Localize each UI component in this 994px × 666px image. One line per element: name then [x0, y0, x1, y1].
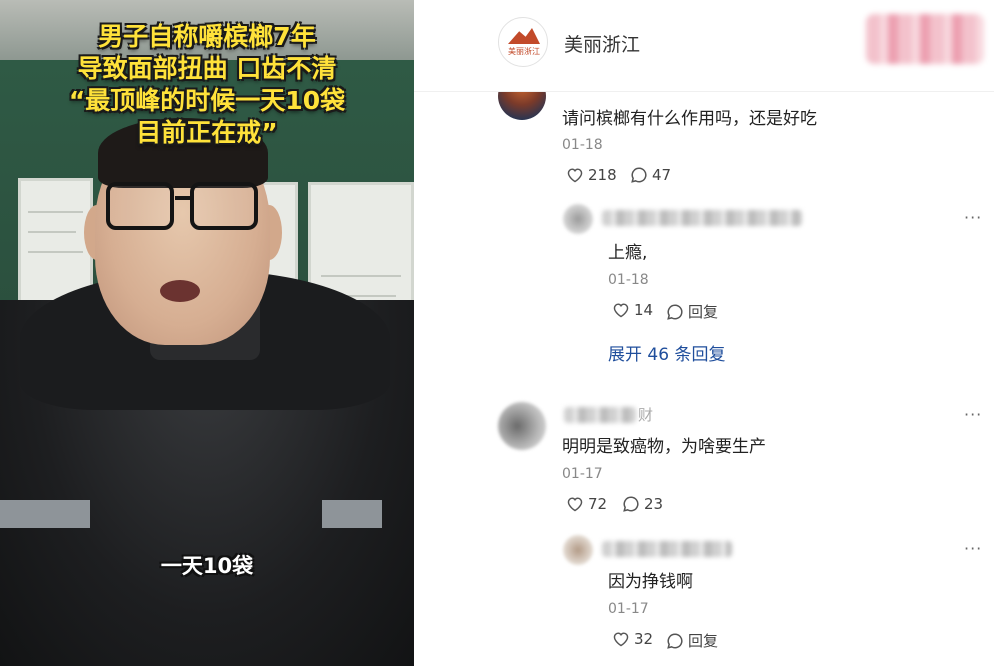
video-caption-line-4: 目前正在戒” — [136, 118, 278, 147]
mountain-logo-icon — [508, 28, 540, 44]
comment-panel: 美丽浙江 美丽浙江 请问槟榔有什么作用吗，还是好吃 01-18 218 47 ·… — [414, 0, 994, 666]
reply-button[interactable]: 回复 — [666, 630, 718, 651]
reply-date: 01-17 — [608, 601, 649, 617]
more-dots-icon[interactable]: ··· — [964, 539, 982, 558]
glasses-left-lens — [106, 182, 174, 230]
account-header: 美丽浙江 美丽浙江 — [414, 0, 994, 92]
video-frame[interactable]: 男子自称嚼槟榔7年 导致面部扭曲 口齿不清 “最顶峰的时候一天10袋 目前正在戒… — [0, 0, 414, 666]
reply-text: 因为挣钱啊 — [608, 572, 693, 592]
comment-text: 请问槟榔有什么作用吗，还是好吃 — [562, 109, 817, 129]
reply-button[interactable]: 回复 — [666, 301, 718, 322]
mouth — [160, 280, 200, 302]
like-count: 72 — [588, 495, 608, 513]
reply-username-blurred[interactable] — [602, 541, 732, 557]
glasses-bridge — [175, 196, 193, 200]
comment-bubble-icon — [631, 167, 647, 183]
reply-label: 回复 — [688, 632, 719, 650]
reply-like-button[interactable]: 32 — [612, 630, 653, 648]
expand-replies-link[interactable]: 展开 46 条回复 — [608, 340, 725, 365]
heart-icon — [567, 497, 583, 512]
reflective-stripe-left — [0, 500, 90, 528]
account-avatar[interactable]: 美丽浙江 — [498, 17, 548, 67]
reply-text: 上瘾, — [608, 243, 648, 263]
heart-icon — [613, 632, 629, 647]
commenter-avatar[interactable] — [498, 402, 546, 450]
account-name[interactable]: 美丽浙江 — [564, 30, 640, 57]
reply-avatar[interactable] — [563, 535, 593, 565]
comment-text: 明明是致癌物，为啥要生产 — [562, 437, 766, 457]
comment-bubble-icon — [623, 496, 639, 512]
comment-count: 23 — [644, 495, 664, 513]
more-dots-icon[interactable]: ··· — [964, 405, 982, 424]
comment-button[interactable]: 47 — [630, 166, 671, 184]
comment-count: 47 — [652, 166, 672, 184]
heart-icon — [567, 168, 583, 183]
video-caption-line-3: “最顶峰的时候一天10袋 — [68, 86, 346, 115]
reply-like-button[interactable]: 14 — [612, 301, 653, 319]
commenter-username-fragment: 财 — [638, 406, 654, 424]
like-button[interactable]: 72 — [566, 495, 607, 513]
comment-date: 01-17 — [562, 466, 603, 482]
video-caption-line-1: 男子自称嚼槟榔7年 — [98, 22, 316, 51]
video-subtitle: 一天10袋 — [160, 554, 254, 578]
video-caption-line-2: 导致面部扭曲 口齿不清 — [77, 54, 337, 83]
reply-username-blurred[interactable] — [602, 210, 802, 226]
reply-like-count: 32 — [634, 630, 654, 648]
reflective-stripe-right — [322, 500, 382, 528]
follow-button-blurred[interactable] — [866, 14, 984, 64]
reply-like-count: 14 — [634, 301, 654, 319]
reply-date: 01-18 — [608, 272, 649, 288]
comment-button[interactable]: 23 — [622, 495, 663, 513]
comment-bubble-icon — [667, 632, 683, 649]
commenter-username-blurred[interactable] — [564, 407, 636, 423]
reply-label: 回复 — [688, 303, 719, 321]
reply-avatar[interactable] — [563, 204, 593, 234]
heart-icon — [613, 303, 629, 318]
more-dots-icon[interactable]: ··· — [964, 208, 982, 227]
avatar-logo-text: 美丽浙江 — [508, 47, 540, 56]
glasses-right-lens — [190, 182, 258, 230]
comment-bubble-icon — [667, 303, 683, 320]
like-count: 218 — [588, 166, 617, 184]
like-button[interactable]: 218 — [566, 166, 617, 184]
comment-date: 01-18 — [562, 137, 603, 153]
